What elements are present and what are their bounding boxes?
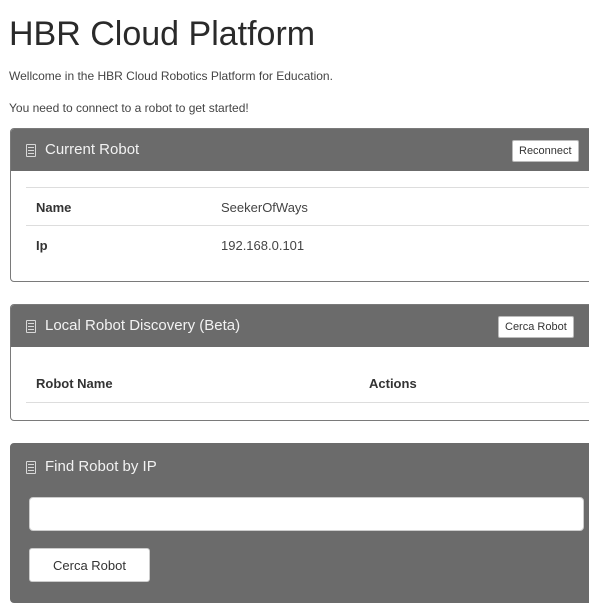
find-cerca-robot-button[interactable]: Cerca Robot: [29, 548, 150, 582]
book-icon: [26, 143, 36, 157]
find-by-ip-header: Find Robot by IP: [11, 444, 589, 490]
page-title: HBR Cloud Platform: [9, 15, 316, 53]
table-divider: [26, 402, 589, 403]
current-robot-title: Current Robot: [45, 141, 140, 158]
discovery-title: Local Robot Discovery (Beta): [45, 317, 241, 334]
robot-ip-value: 192.168.0.101: [221, 238, 305, 253]
book-icon: [26, 460, 36, 474]
ip-input[interactable]: [29, 497, 584, 531]
find-by-ip-panel: Find Robot by IP Cerca Robot: [10, 443, 589, 603]
cerca-robot-button[interactable]: Cerca Robot: [498, 316, 574, 338]
robot-ip-key: Ip: [36, 238, 48, 253]
robot-name-row: Name SeekerOfWays: [26, 187, 589, 226]
robot-name-value: SeekerOfWays: [221, 200, 308, 215]
discovery-header: Local Robot Discovery (Beta) Cerca Robot: [11, 305, 589, 347]
reconnect-button[interactable]: Reconnect: [512, 140, 579, 162]
column-actions: Actions: [369, 376, 417, 391]
current-robot-header: Current Robot Reconnect: [11, 129, 589, 171]
column-robot-name: Robot Name: [36, 376, 113, 391]
current-robot-panel: Current Robot Reconnect Name SeekerOfWay…: [10, 128, 589, 282]
find-by-ip-title: Find Robot by IP: [45, 458, 157, 475]
robot-ip-row: Ip 192.168.0.101: [26, 225, 589, 264]
welcome-text: Wellcome in the HBR Cloud Robotics Platf…: [9, 69, 333, 83]
instruction-text: You need to connect to a robot to get st…: [9, 101, 249, 115]
robot-name-key: Name: [36, 200, 72, 215]
discovery-panel: Local Robot Discovery (Beta) Cerca Robot…: [10, 304, 589, 421]
book-icon: [26, 319, 36, 333]
